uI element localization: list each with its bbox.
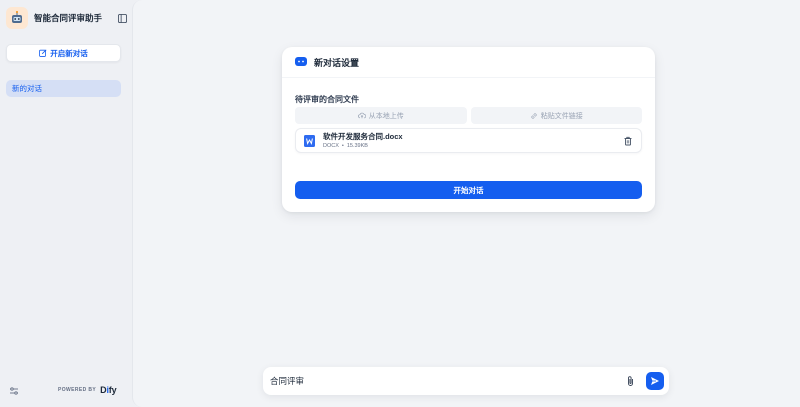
file-type: DOCX [323,142,339,149]
contract-file-label: 待评审的合同文件 [295,95,359,104]
powered-by: POWERED BY Dify [58,385,117,395]
settings-sliders-icon[interactable] [9,386,19,396]
paste-link-label: 粘贴文件链接 [540,112,583,120]
upload-local-button[interactable]: 从本地上传 [295,107,467,124]
card-title: 新对话设置 [314,57,360,68]
powered-by-label: POWERED BY [58,387,97,393]
chat-bubble-icon [295,57,307,66]
edit-icon [39,49,47,57]
dify-logo: Dify [100,385,117,395]
start-chat-button[interactable]: 开始对话 [295,181,642,199]
new-chat-settings-card: 新对话设置 待评审的合同文件 从本地上传 粘贴文件链接 软件开发服务合同.doc… [282,47,655,212]
file-name: 软件开发服务合同.docx [323,131,403,141]
robot-mascot-icon [6,7,28,29]
send-icon [651,377,659,385]
card-header: 新对话设置 [282,47,655,78]
trash-icon[interactable] [623,136,633,146]
link-icon [531,112,537,119]
sidebar-collapse-icon[interactable] [116,12,128,24]
app-title: 智能合同评审助手 [34,13,103,23]
cloud-upload-icon [357,112,366,119]
file-meta: 软件开发服务合同.docx DOCX • 15.39KB [323,132,623,150]
new-chat-label: 开启新对话 [50,48,88,58]
app-header: 智能合同评审助手 [6,5,128,31]
paste-link-button[interactable]: 粘贴文件链接 [470,107,642,124]
file-size: 15.39KB [346,142,368,149]
start-chat-label: 开始对话 [453,185,484,195]
upload-local-label: 从本地上传 [368,112,404,120]
new-chat-button[interactable]: 开启新对话 [6,44,121,62]
chat-input[interactable] [270,376,625,386]
conversation-item-active[interactable]: 新的对话 [6,80,121,97]
paperclip-icon[interactable] [625,375,636,387]
sidebar: 智能合同评审助手 开启新对话 新的对话 POWERED BY Dify [0,0,132,407]
conversation-label: 新的对话 [12,84,42,93]
main-area: 新对话设置 待评审的合同文件 从本地上传 粘贴文件链接 软件开发服务合同.doc… [132,0,800,407]
send-button[interactable] [646,372,664,390]
word-document-icon [304,134,315,147]
file-info-separator: • [341,142,344,149]
file-info: DOCX • 15.39KB [323,142,623,150]
upload-options: 从本地上传 粘贴文件链接 [295,107,642,124]
chat-input-bar [263,367,669,395]
uploaded-file-item: 软件开发服务合同.docx DOCX • 15.39KB [295,128,642,153]
